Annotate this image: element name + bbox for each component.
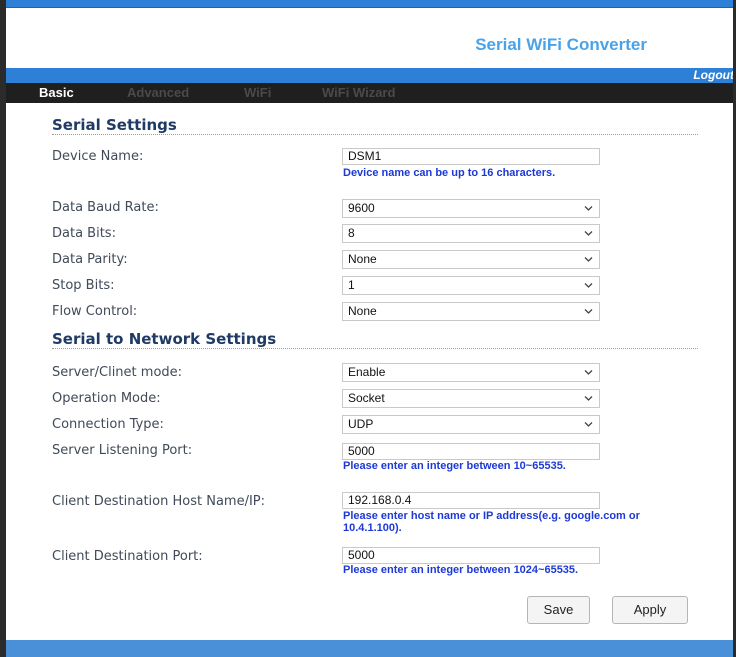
apply-button[interactable]: Apply — [612, 596, 688, 624]
page-footer — [0, 640, 736, 657]
server-client-mode-select[interactable]: Enable — [342, 363, 600, 382]
listening-port-label: Server Listening Port: — [52, 443, 193, 458]
app-title: Serial WiFi Converter — [475, 35, 647, 54]
server-client-mode-value: Enable — [348, 365, 386, 379]
top-accent-bar — [0, 0, 736, 7]
device-name-input[interactable]: DSM1 — [342, 148, 600, 165]
server-client-mode-label: Server/Clinet mode: — [52, 365, 183, 380]
dest-host-label: Client Destination Host Name/IP: — [52, 494, 266, 509]
dest-host-hint-line2: 10.4.1.100). — [343, 522, 402, 534]
flow-control-value: None — [348, 304, 377, 318]
stop-bits-value: 1 — [348, 278, 355, 292]
flow-control-label: Flow Control: — [52, 304, 138, 319]
tab-wifi-wizard[interactable]: WiFi Wizard — [322, 83, 395, 103]
flow-control-select[interactable]: None — [342, 302, 600, 321]
settings-form: Serial Settings Device Name: DSM1 Device… — [6, 103, 733, 640]
chevron-down-icon — [584, 283, 593, 288]
chevron-down-icon — [584, 370, 593, 375]
connection-type-select[interactable]: UDP — [342, 415, 600, 434]
operation-mode-label: Operation Mode: — [52, 391, 161, 406]
header-strip — [0, 68, 736, 83]
chevron-down-icon — [584, 309, 593, 314]
dest-host-hint-line1: Please enter host name or IP address(e.g… — [343, 510, 640, 522]
dest-port-input[interactable]: 5000 — [342, 547, 600, 564]
stop-bits-label: Stop Bits: — [52, 278, 115, 293]
tab-wifi[interactable]: WiFi — [244, 83, 271, 103]
baud-rate-select[interactable]: 9600 — [342, 199, 600, 218]
dest-port-label: Client Destination Port: — [52, 549, 203, 564]
chevron-down-icon — [584, 396, 593, 401]
device-name-label: Device Name: — [52, 149, 144, 164]
chevron-down-icon — [584, 257, 593, 262]
window-frame-left — [0, 0, 6, 657]
parity-select[interactable]: None — [342, 250, 600, 269]
stop-bits-select[interactable]: 1 — [342, 276, 600, 295]
listening-port-input[interactable]: 5000 — [342, 443, 600, 460]
logout-link[interactable]: Logout — [693, 68, 734, 83]
listening-port-hint: Please enter an integer between 10~65535… — [343, 460, 566, 472]
section-title-serial: Serial Settings — [52, 116, 177, 134]
dest-host-input[interactable]: 192.168.0.4 — [342, 492, 600, 509]
connection-type-value: UDP — [348, 417, 374, 431]
tab-advanced[interactable]: Advanced — [127, 83, 189, 103]
device-name-hint: Device name can be up to 16 characters. — [343, 167, 556, 179]
page-header: Serial WiFi Converter — [6, 8, 733, 68]
operation-mode-value: Socket — [348, 391, 385, 405]
data-bits-select[interactable]: 8 — [342, 224, 600, 243]
parity-label: Data Parity: — [52, 252, 128, 267]
data-bits-label: Data Bits: — [52, 226, 116, 241]
data-bits-value: 8 — [348, 226, 355, 240]
save-button[interactable]: Save — [527, 596, 590, 624]
operation-mode-select[interactable]: Socket — [342, 389, 600, 408]
tab-basic[interactable]: Basic — [39, 83, 74, 103]
dest-port-hint: Please enter an integer between 1024~655… — [343, 564, 579, 576]
main-nav: Basic Advanced WiFi WiFi Wizard — [6, 83, 733, 103]
baud-rate-value: 9600 — [348, 201, 375, 215]
connection-type-label: Connection Type: — [52, 417, 164, 432]
section-title-network: Serial to Network Settings — [52, 330, 277, 348]
section-divider — [52, 348, 698, 349]
chevron-down-icon — [584, 422, 593, 427]
chevron-down-icon — [584, 206, 593, 211]
baud-rate-label: Data Baud Rate: — [52, 200, 159, 215]
section-divider — [52, 134, 698, 135]
parity-value: None — [348, 252, 377, 266]
chevron-down-icon — [584, 231, 593, 236]
